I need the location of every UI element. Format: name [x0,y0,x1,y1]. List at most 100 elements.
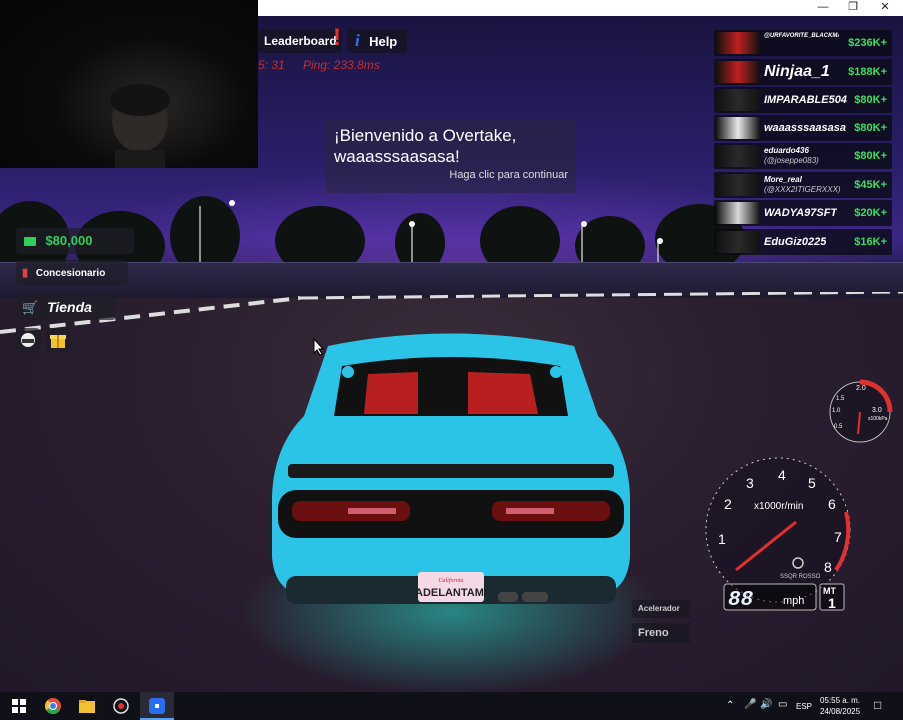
boost-label-1-5: 1.5 [836,396,845,402]
player-username: (@XXX2ITIGERXXX) [764,185,841,194]
tachometer: 1 2 3 4 5 6 7 8 x1000r/min SSQR ROSSO 88… [705,457,851,612]
player-avatar [716,231,760,253]
leaderboard-row[interactable]: @URFAVORITE_BLACKMAN $236K+ [714,30,892,56]
store-button[interactable]: 🛒 Tienda [16,294,116,320]
boost-label-3-0: 3.0 [872,407,882,414]
tach-4: 4 [778,467,786,483]
player-name: WADYA97SFT [764,207,838,219]
dealership-label: Concesionario [35,268,106,279]
player-name: More_real (@XXX2ITIGERXXX) [764,172,841,198]
boost-unit: x100kPa [868,416,888,422]
leaderboard-row[interactable]: IMPARABLE504 $80K+ [714,87,892,113]
player-money: $236K+ [848,37,887,49]
clock-date[interactable]: 24/08/2025 [820,707,860,716]
plate-state: California [438,577,463,584]
player-name: EduGiz0225 [764,236,827,248]
welcome-title-line2: waaasssaasasa! [334,147,460,166]
leaderboard-label: Leaderboard [264,34,337,48]
microphone-icon[interactable]: 🎤 [744,699,756,710]
welcome-subtitle: Haga clic para continuar [449,169,568,181]
webcam-overlay [0,0,258,168]
helmet-button[interactable] [16,328,40,352]
speed-unit: mph [783,595,804,607]
tach-2: 2 [724,496,732,512]
roblox-icon [149,698,165,714]
player-money: $188K+ [848,66,887,78]
tach-unit: x1000r/min [754,501,803,512]
player-avatar [716,117,760,139]
network-icon[interactable]: ▭ [778,699,787,710]
dealership-button[interactable]: ▮ Concesionario [16,260,128,286]
chrome-icon[interactable] [42,696,64,716]
volume-icon[interactable]: 🔊 [760,699,772,710]
ping-readout: Ping: 233.8ms [303,58,380,72]
alert-icon: ! [333,24,341,51]
gift-button[interactable] [46,328,70,352]
player-avatar [716,145,760,167]
tach-1: 1 [718,531,726,547]
streamer-face [110,84,170,168]
language-indicator[interactable]: ESP [796,702,812,711]
minimize-button[interactable]: — [808,0,838,16]
tray-chevron-icon[interactable]: ⌃ [726,700,734,711]
brake-button[interactable]: Freno [632,623,690,643]
speed-value: 88 [728,589,754,612]
boost-gauge: 2.0 1.5 3.0 1.0 0.5 x100kPa [829,379,893,443]
leaderboard-row[interactable]: WADYA97SFT $20K+ [714,200,892,226]
player-username: (@joseppe083) [764,156,819,165]
leaderboard-row[interactable]: eduardo436 (@joseppe083) $80K+ [714,143,892,169]
store-label: Tienda [47,299,92,315]
player-money: $80K+ [854,122,887,134]
windows-start-icon[interactable] [8,696,30,716]
player-money: $80K+ [854,150,887,162]
welcome-banner[interactable]: ¡Bienvenido a Overtake, waaasssaasasa! H… [326,119,576,193]
cart-icon: 🛒 [22,300,39,315]
clock-time[interactable]: 05:55 a. m. [820,696,860,705]
player-money: $80K+ [854,94,887,106]
player-name: waaasssaasasa [764,122,846,134]
player-display-name: eduardo436 [764,146,809,155]
windows-taskbar: ⌃ 🎤 🔊 ▭ ESP 05:55 a. m. 24/08/2025 □ [0,692,903,720]
mouse-cursor-icon [313,338,325,356]
tach-8: 8 [824,559,832,575]
boost-label-1-0: 1.0 [832,408,841,414]
player-avatar [716,174,760,196]
throttle-button[interactable]: Acelerador [632,600,690,618]
fps-readout: 5: 31 [258,58,285,72]
leaderboard-row[interactable]: Ninjaa_1 $188K+ [714,59,892,85]
maximize-button[interactable]: ❐ [838,0,868,16]
leaderboard-row[interactable]: More_real (@XXX2ITIGERXXX) $45K+ [714,172,892,198]
player-display-name: More_real [764,175,802,184]
license-plate: ADELANTAMI [415,587,487,599]
leaderboard-button[interactable]: Leaderboard [258,29,342,53]
notifications-icon[interactable]: □ [874,698,881,712]
recording-app-icon[interactable] [110,696,132,716]
help-button[interactable]: i Help [347,29,407,53]
tach-6: 6 [828,496,836,512]
leaderboard-row[interactable]: EduGiz0225 $16K+ [714,229,892,255]
boost-label-2-0: 2.0 [856,385,866,392]
car-icon: ▮ [22,267,29,279]
money-value: $80,000 [45,233,93,248]
cash-icon [24,237,36,246]
player-avatar [716,202,760,224]
tach-5: 5 [808,475,816,491]
player-avatar [716,32,760,54]
player-name: IMPARABLE504 [764,94,847,106]
close-button[interactable]: ✕ [870,0,900,16]
brake-label: Freno [638,627,669,639]
file-explorer-icon[interactable] [76,696,98,716]
player-money: $20K+ [854,207,887,219]
tach-3: 3 [746,475,754,491]
info-icon: i [355,31,360,50]
player-avatar [716,89,760,111]
tach-brand: SSQR ROSSO [780,574,821,580]
player-avatar [716,61,760,83]
roblox-taskbar-button[interactable] [140,692,174,720]
leaderboard-row[interactable]: waaasssaasasa $80K+ [714,115,892,141]
throttle-label: Acelerador [638,604,680,613]
player-name: Ninjaa_1 [764,63,830,80]
gift-icon [50,335,66,348]
money-display: $80,000 [16,228,134,254]
player-money: $16K+ [854,236,887,248]
